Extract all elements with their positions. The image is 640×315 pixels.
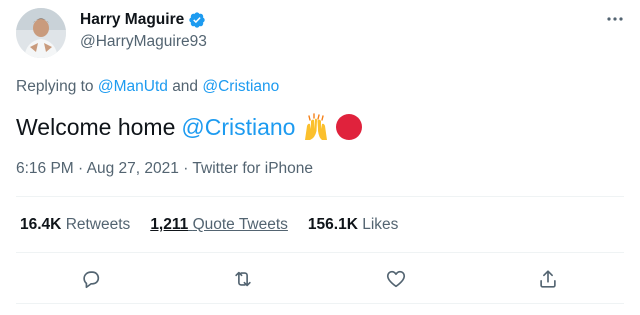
share-button[interactable] [535,266,561,292]
likes-stat[interactable]: 156.1K Likes [308,216,398,234]
tweet-body-text: Welcome home [16,113,176,140]
share-icon [540,270,556,288]
raising-hands-icon [301,112,331,142]
reply-button[interactable] [78,266,104,292]
tweet-source[interactable]: Twitter for iPhone [192,160,313,177]
tweet-time[interactable]: 6:16 PM [16,160,74,177]
tweet-actions [0,262,640,296]
meta-separator-2: · [183,160,189,177]
retweet-button[interactable] [230,266,256,292]
reply-icon [83,271,100,289]
retweets-stat[interactable]: 16.4K Retweets [20,216,130,234]
retweet-icon [235,271,251,287]
red-circle-icon [334,112,364,142]
quote-tweets-count: 1,211 [150,216,189,233]
replying-to-label: Replying to [16,78,94,95]
replying-to-line: Replying to @ManUtd and @Cristiano [16,78,279,96]
tweet-text: Welcome home @Cristiano [16,112,364,142]
divider-bottom [16,303,624,304]
divider-top [16,196,624,197]
quote-tweets-stat[interactable]: 1,211 Quote Tweets [150,216,288,234]
tweet-stats: 16.4K Retweets 1,211 Quote Tweets 156.1K… [20,216,398,234]
divider-middle [16,252,624,253]
mention-manutd[interactable]: @ManUtd [98,78,168,95]
avatar-image [16,8,66,58]
quote-tweets-label: Quote Tweets [192,216,288,233]
likes-count: 156.1K [307,216,358,233]
name-row: Harry Maguire [80,10,206,30]
tweet-meta: 6:16 PM · Aug 27, 2021 · Twitter for iPh… [16,160,313,178]
retweets-count: 16.4K [20,216,62,233]
mention-cristiano[interactable]: @Cristiano [202,78,279,95]
meta-separator: · [78,160,84,177]
likes-label: Likes [362,216,399,233]
handle[interactable]: @HarryMaguire93 [80,33,207,51]
avatar[interactable] [16,8,66,58]
replying-conjunction: and [172,78,199,95]
more-icon[interactable] [604,8,626,30]
tweet-mention-cristiano[interactable]: @Cristiano [181,114,295,141]
display-name[interactable]: Harry Maguire [80,11,184,29]
like-icon [386,270,406,288]
tweet-date[interactable]: Aug 27, 2021 [87,160,179,177]
like-button[interactable] [383,266,409,292]
verified-icon [188,11,206,29]
retweets-label: Retweets [65,216,131,233]
